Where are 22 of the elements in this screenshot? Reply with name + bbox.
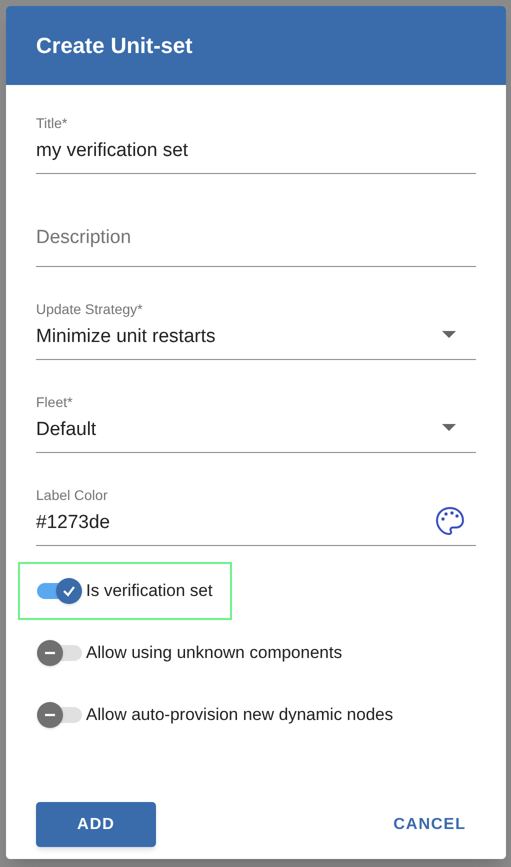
field-label: Update Strategy* — [36, 300, 144, 319]
toggle-switch[interactable] — [37, 702, 82, 728]
input-field[interactable]: my verification set — [36, 136, 436, 165]
field-label: Title* — [36, 114, 68, 132]
palette-icon[interactable] — [434, 505, 466, 537]
cancel-button[interactable]: CANCEL — [383, 802, 476, 847]
check-icon — [62, 584, 76, 598]
add-button[interactable]: ADD — [36, 802, 156, 847]
toggle-switch[interactable] — [37, 578, 82, 604]
field-label: Label Color — [36, 486, 109, 504]
switch-label: Is verification set — [86, 580, 213, 602]
toggle-switch[interactable] — [37, 640, 82, 666]
switch-label: Allow auto-provision new dynamic nodes — [86, 704, 394, 726]
select-field[interactable]: Minimize unit restarts — [36, 322, 436, 351]
field-label: Fleet* — [36, 392, 74, 412]
dropdown-arrow-icon[interactable] — [442, 424, 456, 431]
input-field[interactable]: #1273de — [36, 508, 436, 537]
select-field[interactable]: Default — [36, 416, 436, 444]
dropdown-arrow-icon[interactable] — [442, 331, 456, 338]
switch-label: Allow using unknown components — [86, 642, 342, 664]
input-field[interactable]: Description — [36, 224, 436, 252]
dialog-title: Create Unit-set — [36, 32, 192, 60]
